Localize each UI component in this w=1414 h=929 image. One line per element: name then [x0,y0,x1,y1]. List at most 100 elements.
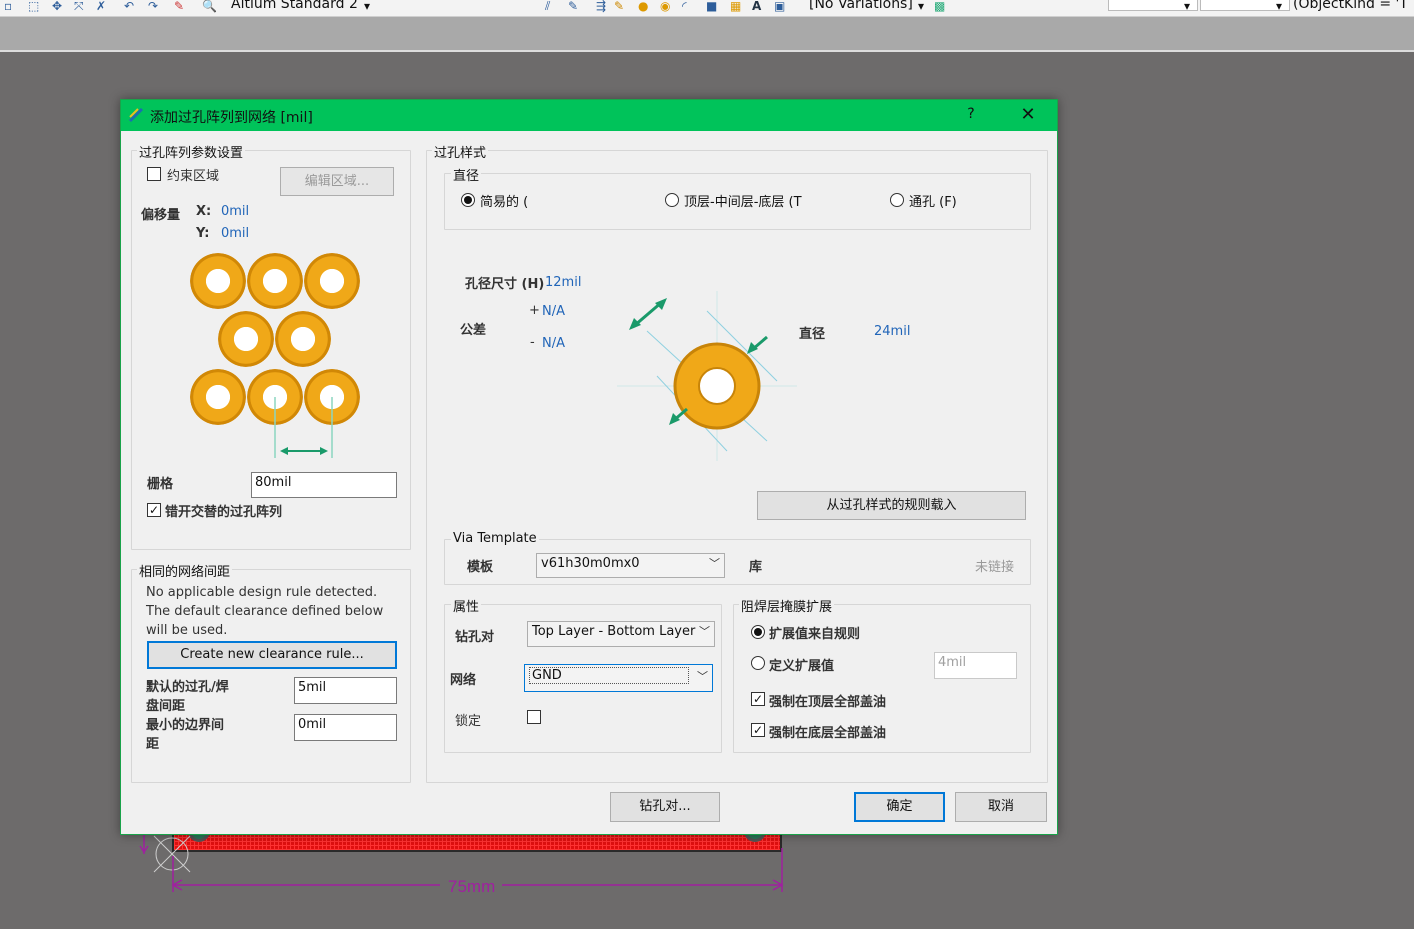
arc-icon[interactable]: ✎ [614,0,624,12]
chevron-down-icon[interactable]: ▾ [1276,0,1282,12]
tolerance-plus-value[interactable]: N/A [542,304,565,319]
offset-x-value[interactable]: 0mil [221,204,249,219]
tolerance-minus-sign: - [530,335,535,350]
top-mid-bottom-radio[interactable] [665,193,679,207]
grid-input[interactable]: 80mil [251,472,397,498]
via-array-illustration [190,253,362,463]
drill-pairs-button[interactable]: 钻孔对... [610,792,720,822]
fill-icon[interactable]: ■ [706,0,717,12]
standard-dropdown[interactable]: Altium Standard 2 [231,0,358,12]
lock-label: 锁定 [455,714,482,729]
grid-spacing-arrow [274,397,333,458]
stagger-checkbox[interactable]: ✓ [147,503,161,517]
diameter-label: 直径 [799,327,826,342]
toolbar-icon[interactable]: ▫ [4,0,12,12]
ok-button[interactable]: 确定 [854,792,945,822]
dialog-titlebar[interactable]: 添加过孔阵列到网络 [mil] ? ✕ [121,100,1057,131]
dimension-overlay: 75mm [139,834,784,896]
cross-select-icon[interactable]: ⤧ [74,0,84,12]
route-pencil-icon[interactable]: ✎ [568,0,578,12]
toolbar-strip [0,17,1414,51]
filter-query[interactable]: (ObjectKind = 'T [1293,0,1408,12]
full-stack-radio-label[interactable]: 通孔 (F) [909,191,957,210]
min-clearance-label: 最小的边界间 [146,718,225,733]
tolerance-label: 公差 [460,323,487,338]
top-mid-bottom-radio-label[interactable]: 顶层-中间层-底层 (T [684,191,802,210]
cancel-button[interactable]: 取消 [955,792,1047,822]
via-icon[interactable]: ◉ [660,0,670,12]
constrain-area-checkbox[interactable] [147,167,161,181]
tolerance-minus-value[interactable]: N/A [542,336,565,351]
help-button[interactable]: ? [956,106,986,126]
variations-dropdown[interactable]: [No Variations] [809,0,913,12]
text-icon[interactable]: A [752,0,761,12]
drill-pair-select[interactable]: Top Layer - Bottom Layer ﹀ [527,621,715,647]
interactive-route-icon[interactable]: ⫽ [545,0,550,12]
edit-area-button[interactable]: 编辑区域... [280,167,394,196]
offset-y-value[interactable]: 0mil [221,226,249,241]
diameter-value[interactable]: 24mil [874,324,910,339]
force-top-tenting-checkbox[interactable]: ✓ [751,692,765,706]
inspect-icon[interactable]: 🔍 [202,0,217,12]
array-params-group: 过孔阵列参数设置 约束区域 编辑区域... 偏移量 X: 0mil Y: 0mi… [131,142,411,550]
group-legend: 直径 [451,165,482,184]
clearance-message: No applicable design rule detected. [146,585,378,600]
divider [0,50,1414,52]
group-legend: 相同的网络间距 [137,561,233,580]
deselect-icon[interactable]: ✗ [96,0,106,12]
select-rect-icon[interactable]: ⬚ [28,0,39,12]
hole-size-value[interactable]: 12mil [545,275,581,290]
chevron-down-icon: ﹀ [697,670,708,683]
manual-expansion-label[interactable]: 定义扩展值 [769,655,834,674]
pad-icon[interactable]: ● [638,0,648,12]
diameter-group: 直径 简易的 ( 顶层-中间层-底层 (T 通孔 (F) [444,165,1031,230]
offset-label: 偏移量 [141,208,181,223]
component-icon[interactable]: ▣ [774,0,785,12]
default-clearance-input[interactable]: 5mil [294,677,397,704]
arc-tool-icon[interactable]: ◜ [682,0,687,12]
chevron-down-icon[interactable]: ▾ [1184,0,1190,12]
redo-icon[interactable]: ↷ [148,0,158,12]
default-clearance-label: 盘间距 [146,699,186,714]
polygon-icon[interactable]: ▦ [730,0,741,12]
load-from-rule-button[interactable]: 从过孔样式的规则载入 [757,491,1026,520]
force-bottom-tenting-checkbox[interactable]: ✓ [751,723,765,737]
move-icon[interactable]: ✥ [52,0,62,12]
min-clearance-input[interactable]: 0mil [294,714,397,741]
template-select[interactable]: v61h30m0mx0 ﹀ [536,553,725,578]
clearance-group: 相同的网络间距 No applicable design rule detect… [131,561,411,783]
force-bottom-tenting-label: 强制在底层全部盖油 [769,726,887,741]
via-template-group: Via Template 模板 v61h30m0mx0 ﹀ 库 未链接 [444,531,1031,585]
properties-group: 属性 钻孔对 Top Layer - Bottom Layer ﹀ 网络 GND ﹀… [444,596,722,753]
constrain-area-label: 约束区域 [167,169,220,184]
net-select[interactable]: GND ﹀ [524,664,713,692]
default-clearance-label: 默认的过孔/焊 [146,680,229,695]
chevron-down-icon[interactable]: ▾ [918,0,924,12]
drill-pair-select-value: Top Layer - Bottom Layer [532,624,696,639]
top-toolbar: ▫ ⬚ ✥ ⤧ ✗ ↶ ↷ ✎ 🔍 Altium Standard 2 ▾ ⫽ … [0,0,1414,17]
pencil-icon[interactable]: ✎ [174,0,184,12]
offset-x-label: X: [196,204,212,219]
grid-label: 栅格 [147,477,174,492]
offset-y-label: Y: [196,226,210,241]
group-legend: 阻焊层掩膜扩展 [739,596,835,615]
template-select-value: v61h30m0mx0 [541,556,640,571]
diff-pair-icon[interactable]: ⇶ [596,0,606,12]
tolerance-plus-sign: + [529,303,540,318]
lock-checkbox[interactable] [527,710,541,724]
dialog-title: 添加过孔阵列到网络 [mil] [150,110,313,126]
create-clearance-rule-button[interactable]: Create new clearance rule... [147,641,397,669]
chevron-down-icon[interactable]: ▾ [364,0,370,12]
manual-expansion-input[interactable]: 4mil [934,652,1017,679]
simple-radio[interactable] [461,193,475,207]
manual-expansion-radio[interactable] [751,656,765,670]
board-icon[interactable]: ▩ [934,0,945,12]
simple-radio-label[interactable]: 简易的 ( [480,191,528,210]
full-stack-radio[interactable] [890,193,904,207]
close-button[interactable]: ✕ [1011,104,1045,126]
expansion-from-rule-label[interactable]: 扩展值来自规则 [769,623,860,642]
expansion-from-rule-radio[interactable] [751,625,765,639]
template-label: 模板 [467,560,494,575]
undo-icon[interactable]: ↶ [124,0,134,12]
net-label: 网络 [450,673,477,688]
